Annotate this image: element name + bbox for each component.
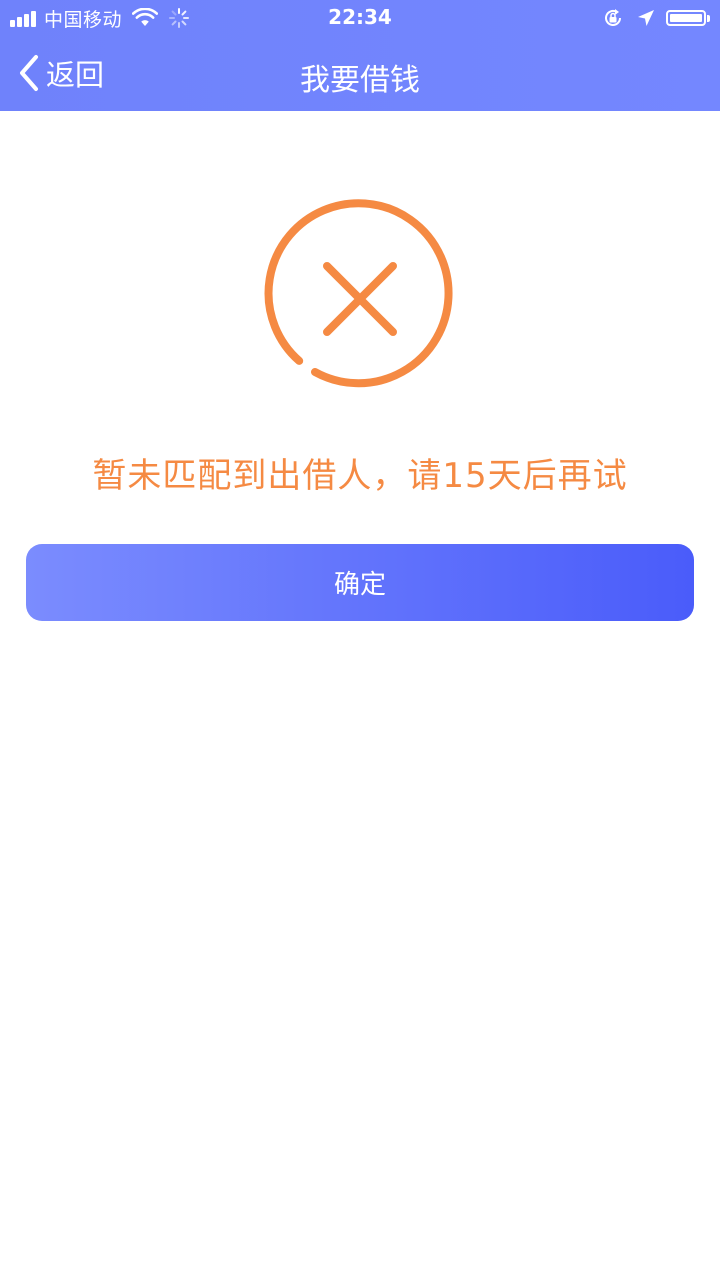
page-title: 我要借钱 (300, 63, 420, 98)
confirm-button[interactable]: 确定 (26, 544, 694, 621)
location-arrow-icon (638, 10, 654, 26)
app-header: 中国移动 22:34 返回 我要借钱 (0, 0, 720, 111)
result-message: 暂未匹配到出借人，请15天后再试 (92, 456, 628, 496)
nav-bar: 返回 我要借钱 (0, 36, 720, 111)
status-bar-right (602, 4, 710, 32)
status-bar: 中国移动 22:34 (0, 0, 720, 36)
rotation-lock-icon (605, 9, 621, 26)
battery-tip (707, 14, 710, 22)
error-x-circle-icon (264, 199, 453, 388)
battery-icon (666, 10, 706, 26)
